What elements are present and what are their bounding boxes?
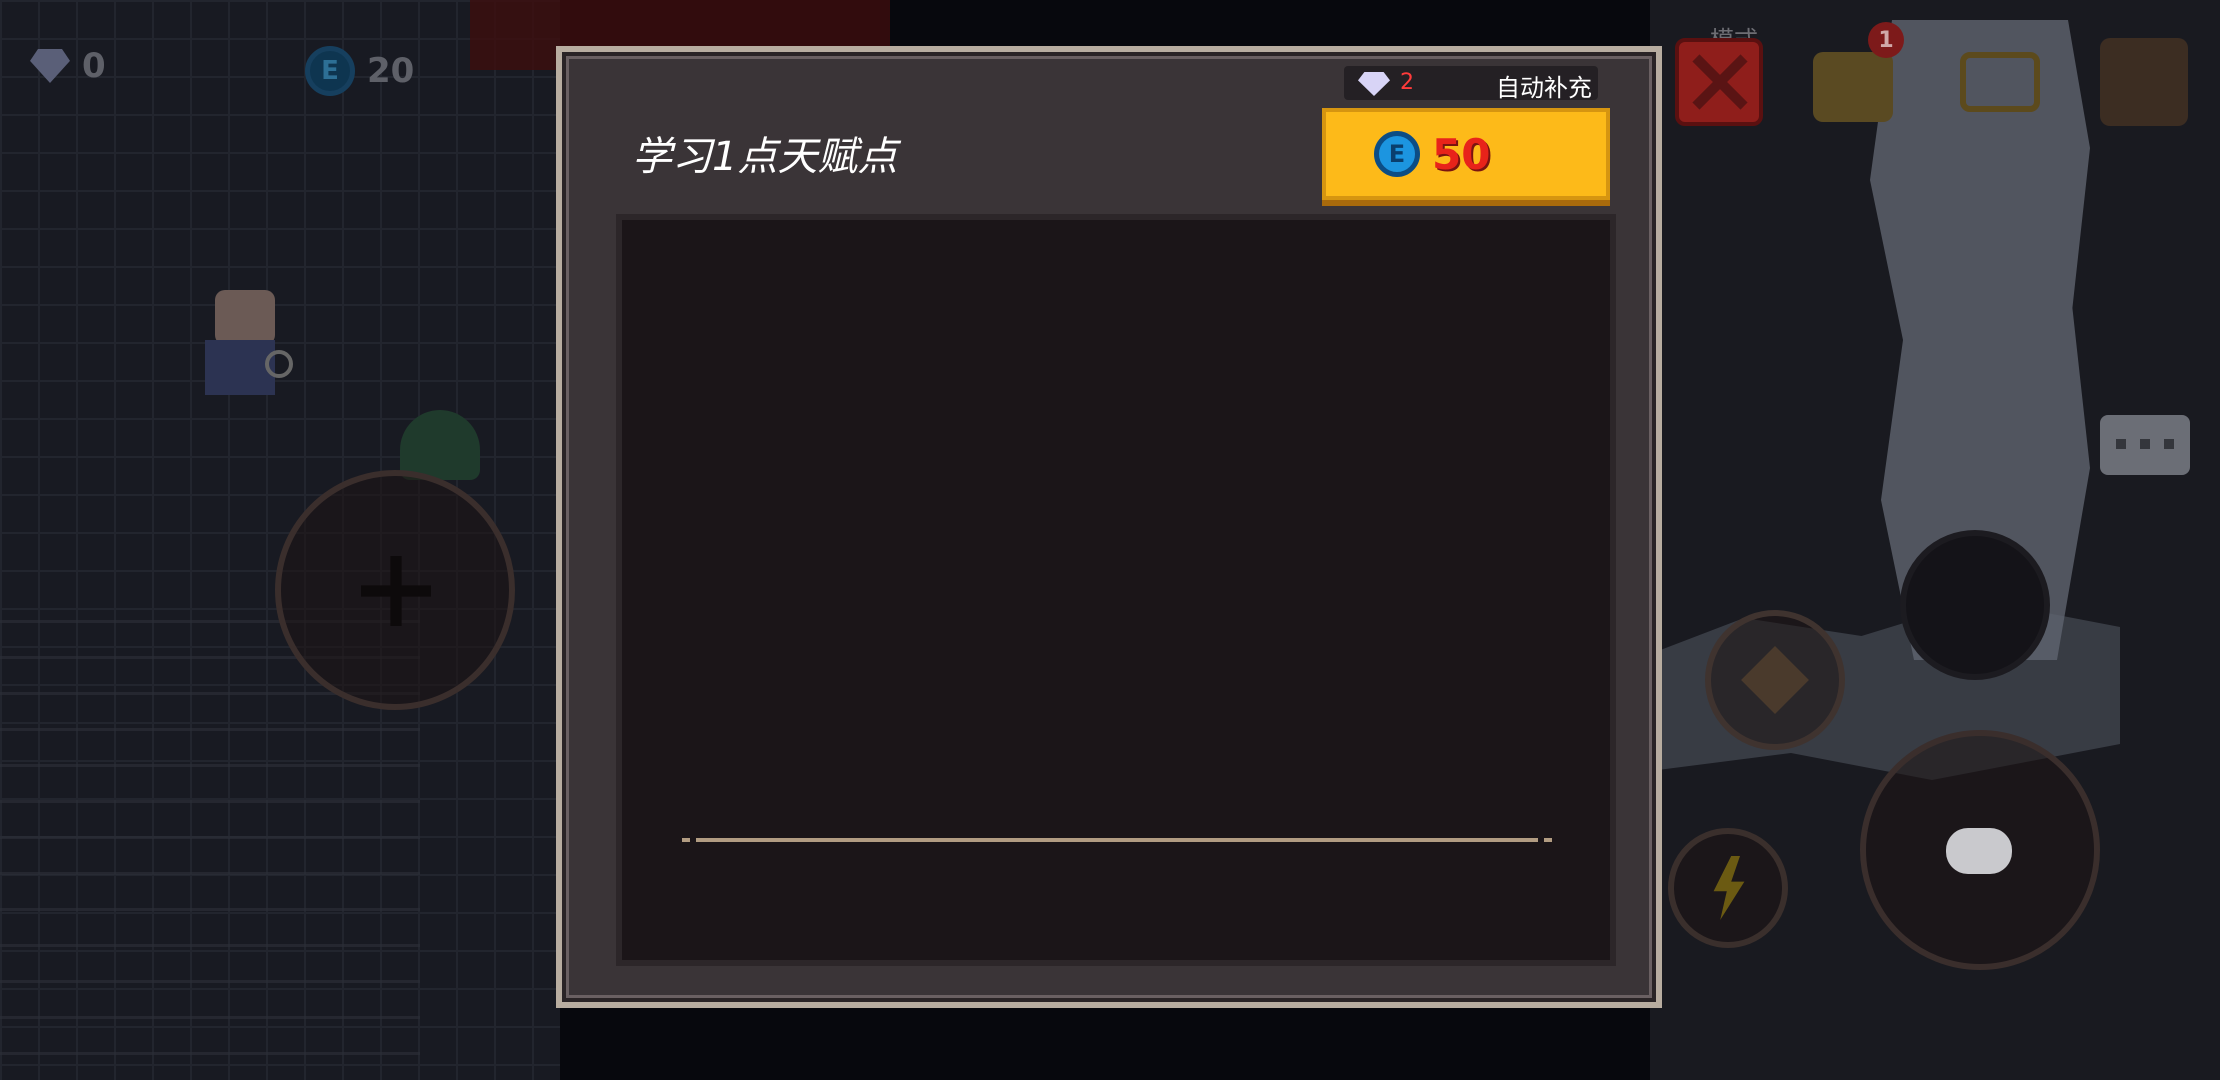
- chat-button[interactable]: [2100, 415, 2190, 475]
- player-character: [185, 280, 293, 410]
- learn-talent-button[interactable]: E 50: [1322, 108, 1610, 200]
- coin-icon: E: [1374, 131, 1420, 177]
- coin-icon: E: [305, 46, 355, 96]
- coin-count: 20: [367, 51, 415, 91]
- switch-weapon-button[interactable]: [1705, 610, 1845, 750]
- interact-icon: [1946, 828, 2012, 874]
- skill-button[interactable]: [1668, 828, 1788, 948]
- notification-badge: 1: [1868, 22, 1904, 58]
- gem-refill-bar[interactable]: 2 自动补充: [1344, 66, 1598, 103]
- movement-joystick[interactable]: [275, 470, 515, 710]
- attack-joystick[interactable]: [1860, 730, 2100, 970]
- divider: [682, 838, 1552, 842]
- cart-icon[interactable]: [1960, 52, 2040, 112]
- close-button[interactable]: [1675, 38, 1763, 126]
- gem-icon: [1358, 72, 1390, 96]
- dodge-button[interactable]: [1900, 530, 2050, 680]
- gem-count: 2: [1400, 70, 1414, 95]
- pause-icon[interactable]: [2100, 38, 2188, 126]
- dialog-title: 学习1点天赋点: [632, 134, 898, 180]
- gem-count: 0: [82, 46, 106, 86]
- coin-counter: E 20: [305, 46, 414, 96]
- price-label: 50: [1432, 129, 1491, 179]
- npc-character: [400, 410, 480, 480]
- lightning-icon: [1713, 856, 1745, 920]
- dpad-cross-icon: [361, 556, 431, 626]
- auto-refill-label[interactable]: 自动补充: [1496, 68, 1592, 103]
- weapon-icon: [1741, 646, 1809, 714]
- talent-dialog: 学习1点天赋点 2 自动补充 E 50: [556, 46, 1662, 1008]
- gem-counter: 0: [30, 46, 106, 86]
- gem-icon: [30, 49, 70, 83]
- chest-icon[interactable]: [1813, 52, 1893, 122]
- talent-content-panel: [616, 214, 1616, 966]
